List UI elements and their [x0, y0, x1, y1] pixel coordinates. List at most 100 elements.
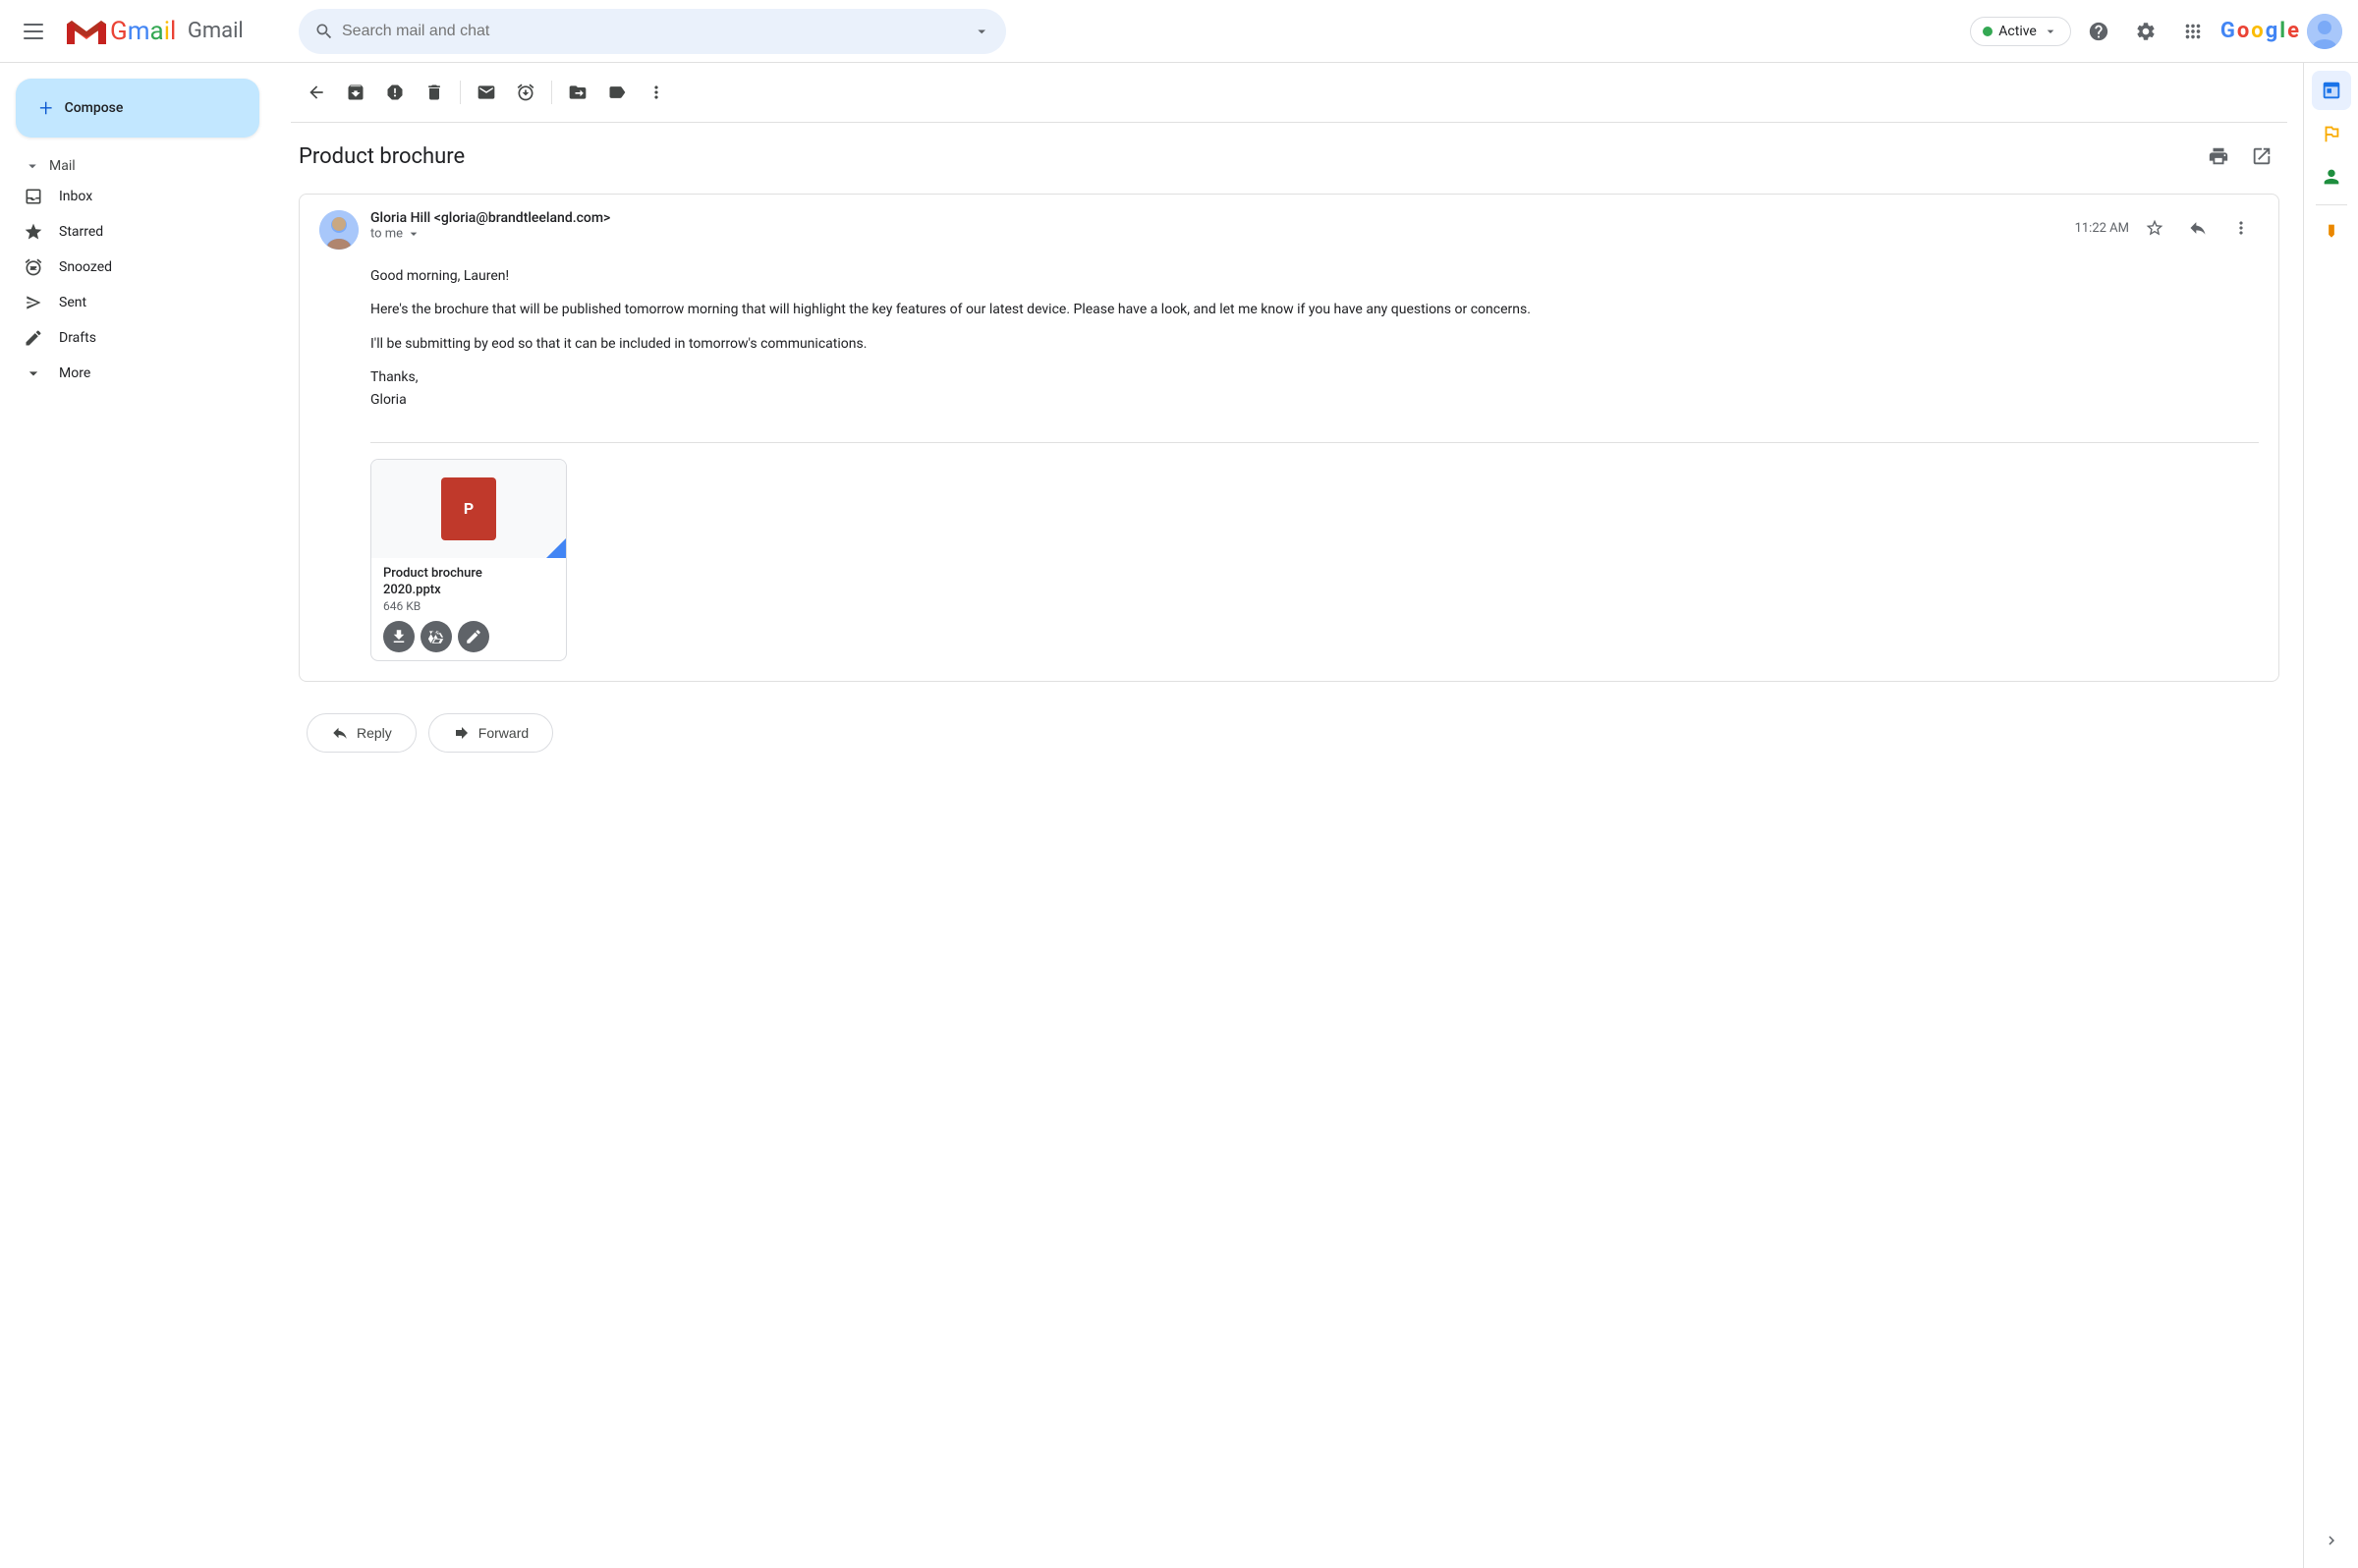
forward-button[interactable]: Forward	[428, 713, 553, 753]
active-dot	[1983, 27, 1993, 36]
label-icon	[607, 83, 627, 102]
reply-button-icon	[331, 724, 349, 742]
sidebar-item-snoozed[interactable]: Snoozed	[0, 250, 259, 285]
help-icon	[2088, 21, 2109, 42]
email-area: Product brochure	[275, 63, 2303, 1568]
sidebar: + Compose Mail Inbox Starred	[0, 63, 275, 1568]
mark-unread-button[interactable]	[469, 75, 504, 110]
app-name-label: Gmail	[188, 19, 244, 43]
toolbar-divider-2	[551, 81, 552, 104]
active-status-badge[interactable]: Active	[1970, 17, 2071, 46]
attachment-size: 646 KB	[383, 599, 554, 613]
attachment-actions	[383, 621, 554, 652]
to-me-dropdown-icon[interactable]	[406, 226, 421, 242]
nav-mail-section: Mail Inbox Starred Snoozed	[0, 153, 275, 391]
inbox-label: Inbox	[59, 189, 92, 204]
delete-button[interactable]	[417, 75, 452, 110]
starred-label: Starred	[59, 224, 103, 240]
sidebar-item-drafts[interactable]: Drafts	[0, 320, 259, 356]
menu-icon[interactable]	[16, 16, 51, 47]
help-button[interactable]	[2079, 12, 2118, 51]
attachment-name-line1: Product brochure	[383, 566, 554, 581]
snooze-icon	[516, 83, 535, 102]
right-panel-divider	[2316, 204, 2347, 205]
email-body-closing: Thanks,Gloria	[370, 366, 2259, 411]
expand-panel-area	[2312, 1521, 2351, 1560]
main-layout: + Compose Mail Inbox Starred	[0, 63, 2358, 1568]
email-toolbar	[291, 63, 2287, 123]
sidebar-item-more[interactable]: More	[0, 356, 259, 391]
sender-info: Gloria Hill <gloria@brandtleeland.com> t…	[370, 210, 2063, 242]
save-to-drive-button[interactable]	[421, 621, 452, 652]
download-attachment-button[interactable]	[383, 621, 415, 652]
sidebar-item-sent[interactable]: Sent	[0, 285, 259, 320]
email-body-paragraph2: I'll be submitting by eod so that it can…	[370, 333, 2259, 355]
drafts-label: Drafts	[59, 330, 96, 346]
download-icon	[390, 628, 408, 645]
report-spam-button[interactable]	[377, 75, 413, 110]
forward-button-label: Forward	[478, 725, 529, 741]
back-icon	[307, 83, 326, 102]
email-body-greeting: Good morning, Lauren!	[370, 265, 2259, 287]
attachment-card[interactable]: P Product brochure 2020.pptx 646 KB	[370, 459, 567, 661]
reply-button[interactable]: Reply	[307, 713, 417, 753]
email-subject-row: Product brochure	[299, 139, 2279, 174]
contacts-icon	[2321, 166, 2342, 188]
search-icon	[314, 22, 334, 41]
open-new-window-icon	[2251, 145, 2273, 167]
mark-unread-icon	[477, 83, 496, 102]
move-to-button[interactable]	[560, 75, 595, 110]
attachment-divider	[370, 442, 2259, 443]
tasks-panel-button[interactable]	[2312, 114, 2351, 153]
avatar-icon	[2307, 14, 2342, 49]
drive-icon	[427, 628, 445, 645]
tasks-icon	[2321, 123, 2342, 144]
attachment-preview: P	[371, 460, 566, 558]
reply-section: Reply Forward	[299, 698, 2279, 768]
keep-panel-button[interactable]	[2312, 213, 2351, 252]
edit-attachment-button[interactable]	[458, 621, 489, 652]
star-message-button[interactable]	[2137, 210, 2172, 246]
email-subject-text: Product brochure	[299, 144, 465, 169]
subject-actions	[2201, 139, 2279, 174]
star-message-icon	[2145, 218, 2164, 238]
right-panel	[2303, 63, 2358, 1568]
more-actions-button[interactable]	[639, 75, 674, 110]
settings-icon	[2135, 21, 2157, 42]
reply-button-label: Reply	[357, 725, 392, 741]
drafts-icon	[24, 328, 43, 348]
reply-message-icon	[2188, 218, 2208, 238]
mail-section-header[interactable]: Mail	[0, 153, 275, 179]
snooze-button[interactable]	[508, 75, 543, 110]
message-more-button[interactable]	[2223, 210, 2259, 246]
google-apps-button[interactable]	[2173, 12, 2213, 51]
message-more-icon	[2231, 218, 2251, 238]
print-button[interactable]	[2201, 139, 2236, 174]
topbar: Gmail Gmail Active	[0, 0, 2358, 63]
search-input[interactable]	[342, 23, 965, 40]
label-as-button[interactable]	[599, 75, 635, 110]
email-body: Good morning, Lauren! Here's the brochur…	[300, 265, 2278, 442]
settings-button[interactable]	[2126, 12, 2165, 51]
expand-panel-button[interactable]	[2312, 1521, 2351, 1560]
archive-button[interactable]	[338, 75, 373, 110]
delete-icon	[424, 83, 444, 102]
search-dropdown-icon[interactable]	[973, 22, 990, 41]
forward-button-icon	[453, 724, 471, 742]
sender-avatar-icon	[319, 210, 359, 250]
expand-panel-icon	[2323, 1532, 2340, 1549]
calendar-panel-button[interactable]	[2312, 71, 2351, 110]
user-avatar[interactable]	[2307, 14, 2342, 49]
sidebar-item-starred[interactable]: Starred	[0, 214, 259, 250]
star-icon	[24, 222, 43, 242]
reply-message-button[interactable]	[2180, 210, 2216, 246]
back-button[interactable]	[299, 75, 334, 110]
attachment-corner	[546, 538, 566, 558]
to-me-label: to me	[370, 226, 2063, 242]
open-new-window-button[interactable]	[2244, 139, 2279, 174]
compose-button[interactable]: + Compose	[16, 79, 259, 138]
email-body-paragraph1: Here's the brochure that will be publish…	[370, 299, 2259, 320]
contacts-panel-button[interactable]	[2312, 157, 2351, 196]
sidebar-item-inbox[interactable]: Inbox	[0, 179, 259, 214]
sent-label: Sent	[59, 295, 86, 310]
